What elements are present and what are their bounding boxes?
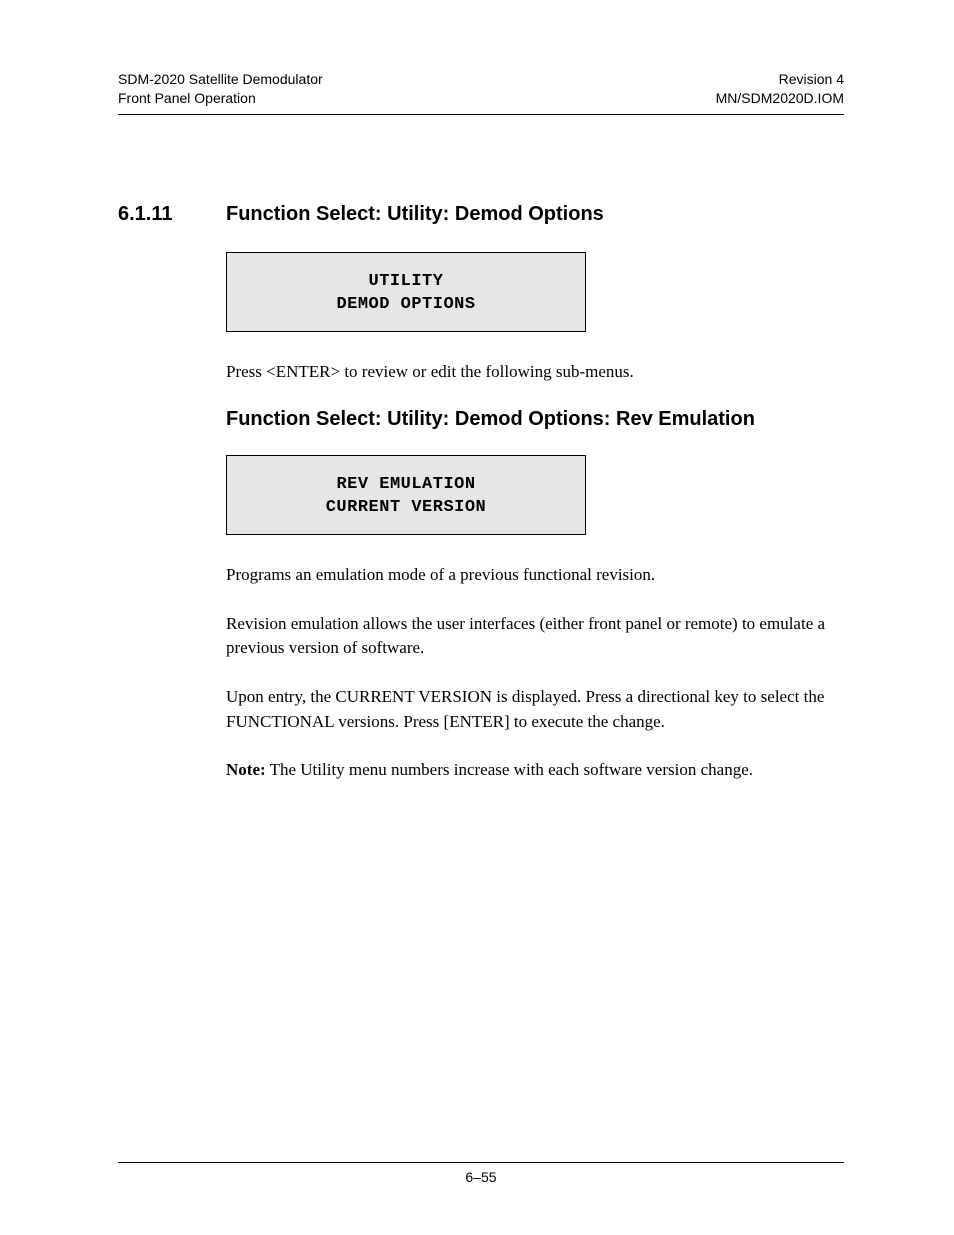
- section-number: 6.1.11: [118, 203, 226, 226]
- note-paragraph: Note: The Utility menu numbers increase …: [226, 758, 844, 783]
- paragraph: Revision emulation allows the user inter…: [226, 612, 844, 661]
- subsection-title: Function Select: Utility: Demod Options:…: [226, 408, 844, 431]
- note-label: Note:: [226, 760, 266, 779]
- header-row: SDM-2020 Satellite Demodulator Front Pan…: [118, 70, 844, 108]
- paragraph: Programs an emulation mode of a previous…: [226, 563, 844, 588]
- header-left-line2: Front Panel Operation: [118, 89, 323, 108]
- header-right-line2: MN/SDM2020D.IOM: [716, 89, 844, 108]
- page-header: SDM-2020 Satellite Demodulator Front Pan…: [118, 70, 844, 115]
- header-left-line1: SDM-2020 Satellite Demodulator: [118, 70, 323, 89]
- lcd-line: UTILITY: [237, 271, 575, 294]
- lcd-display-rev-emulation: REV EMULATION CURRENT VERSION: [226, 455, 586, 535]
- page-content: 6.1.11 Function Select: Utility: Demod O…: [118, 115, 844, 1162]
- lcd-line: REV EMULATION: [237, 474, 575, 497]
- header-right: Revision 4 MN/SDM2020D.IOM: [716, 70, 844, 108]
- page-footer: 6–55: [118, 1162, 844, 1185]
- note-text: The Utility menu numbers increase with e…: [266, 760, 753, 779]
- lcd-line: CURRENT VERSION: [237, 497, 575, 520]
- header-right-line1: Revision 4: [716, 70, 844, 89]
- section-title: Function Select: Utility: Demod Options: [226, 203, 604, 226]
- paragraph: Press <ENTER> to review or edit the foll…: [226, 360, 844, 385]
- page: SDM-2020 Satellite Demodulator Front Pan…: [0, 0, 954, 1235]
- page-number: 6–55: [118, 1163, 844, 1185]
- paragraph: Upon entry, the CURRENT VERSION is displ…: [226, 685, 844, 734]
- section-body: UTILITY DEMOD OPTIONS Press <ENTER> to r…: [226, 252, 844, 783]
- lcd-line: DEMOD OPTIONS: [237, 294, 575, 317]
- header-left: SDM-2020 Satellite Demodulator Front Pan…: [118, 70, 323, 108]
- section-heading-row: 6.1.11 Function Select: Utility: Demod O…: [118, 203, 844, 226]
- lcd-display-utility: UTILITY DEMOD OPTIONS: [226, 252, 586, 332]
